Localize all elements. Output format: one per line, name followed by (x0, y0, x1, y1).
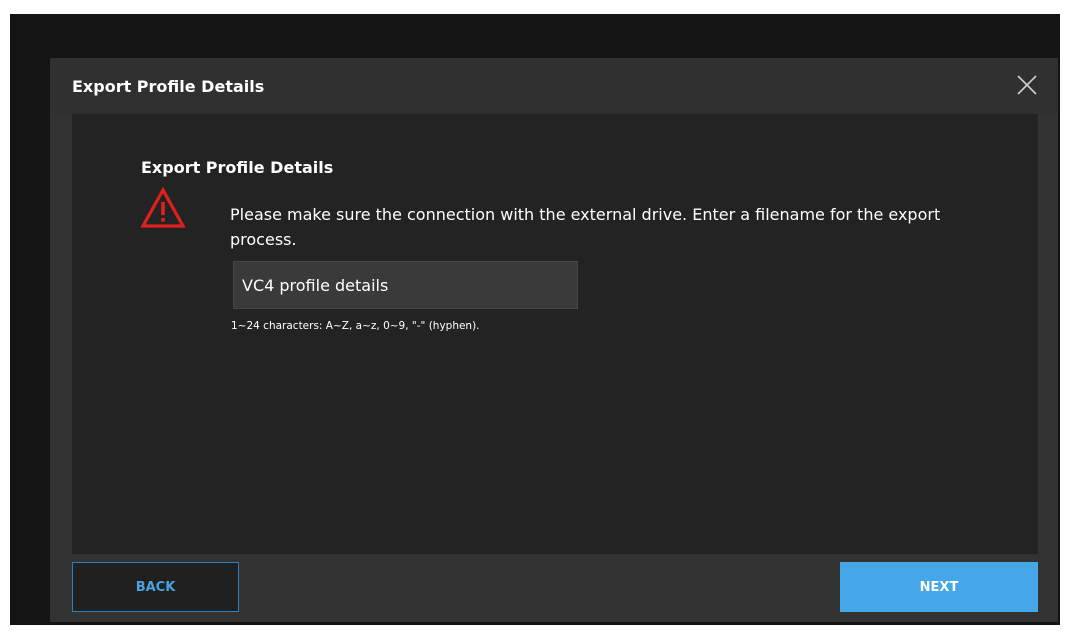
dialog-content: Export Profile Details Please make sure … (72, 114, 1038, 554)
dialog-titlebar: Export Profile Details (50, 58, 1058, 114)
back-button[interactable]: BACK (72, 562, 239, 612)
instruction-message: Please make sure the connection with the… (230, 205, 941, 249)
filename-input[interactable] (233, 261, 578, 309)
filename-hint: 1~24 characters: A~Z, a~z, 0~9, "-" (hyp… (231, 320, 480, 332)
warning-triangle-icon (140, 187, 186, 228)
export-dialog: Export Profile Details Export Profile De… (50, 58, 1058, 622)
close-icon[interactable] (1016, 74, 1038, 96)
next-button[interactable]: NEXT (840, 562, 1038, 612)
background-screen: Export Profile Details Export Profile De… (10, 14, 1060, 625)
dialog-title: Export Profile Details (72, 77, 265, 96)
content-heading: Export Profile Details (141, 158, 334, 177)
